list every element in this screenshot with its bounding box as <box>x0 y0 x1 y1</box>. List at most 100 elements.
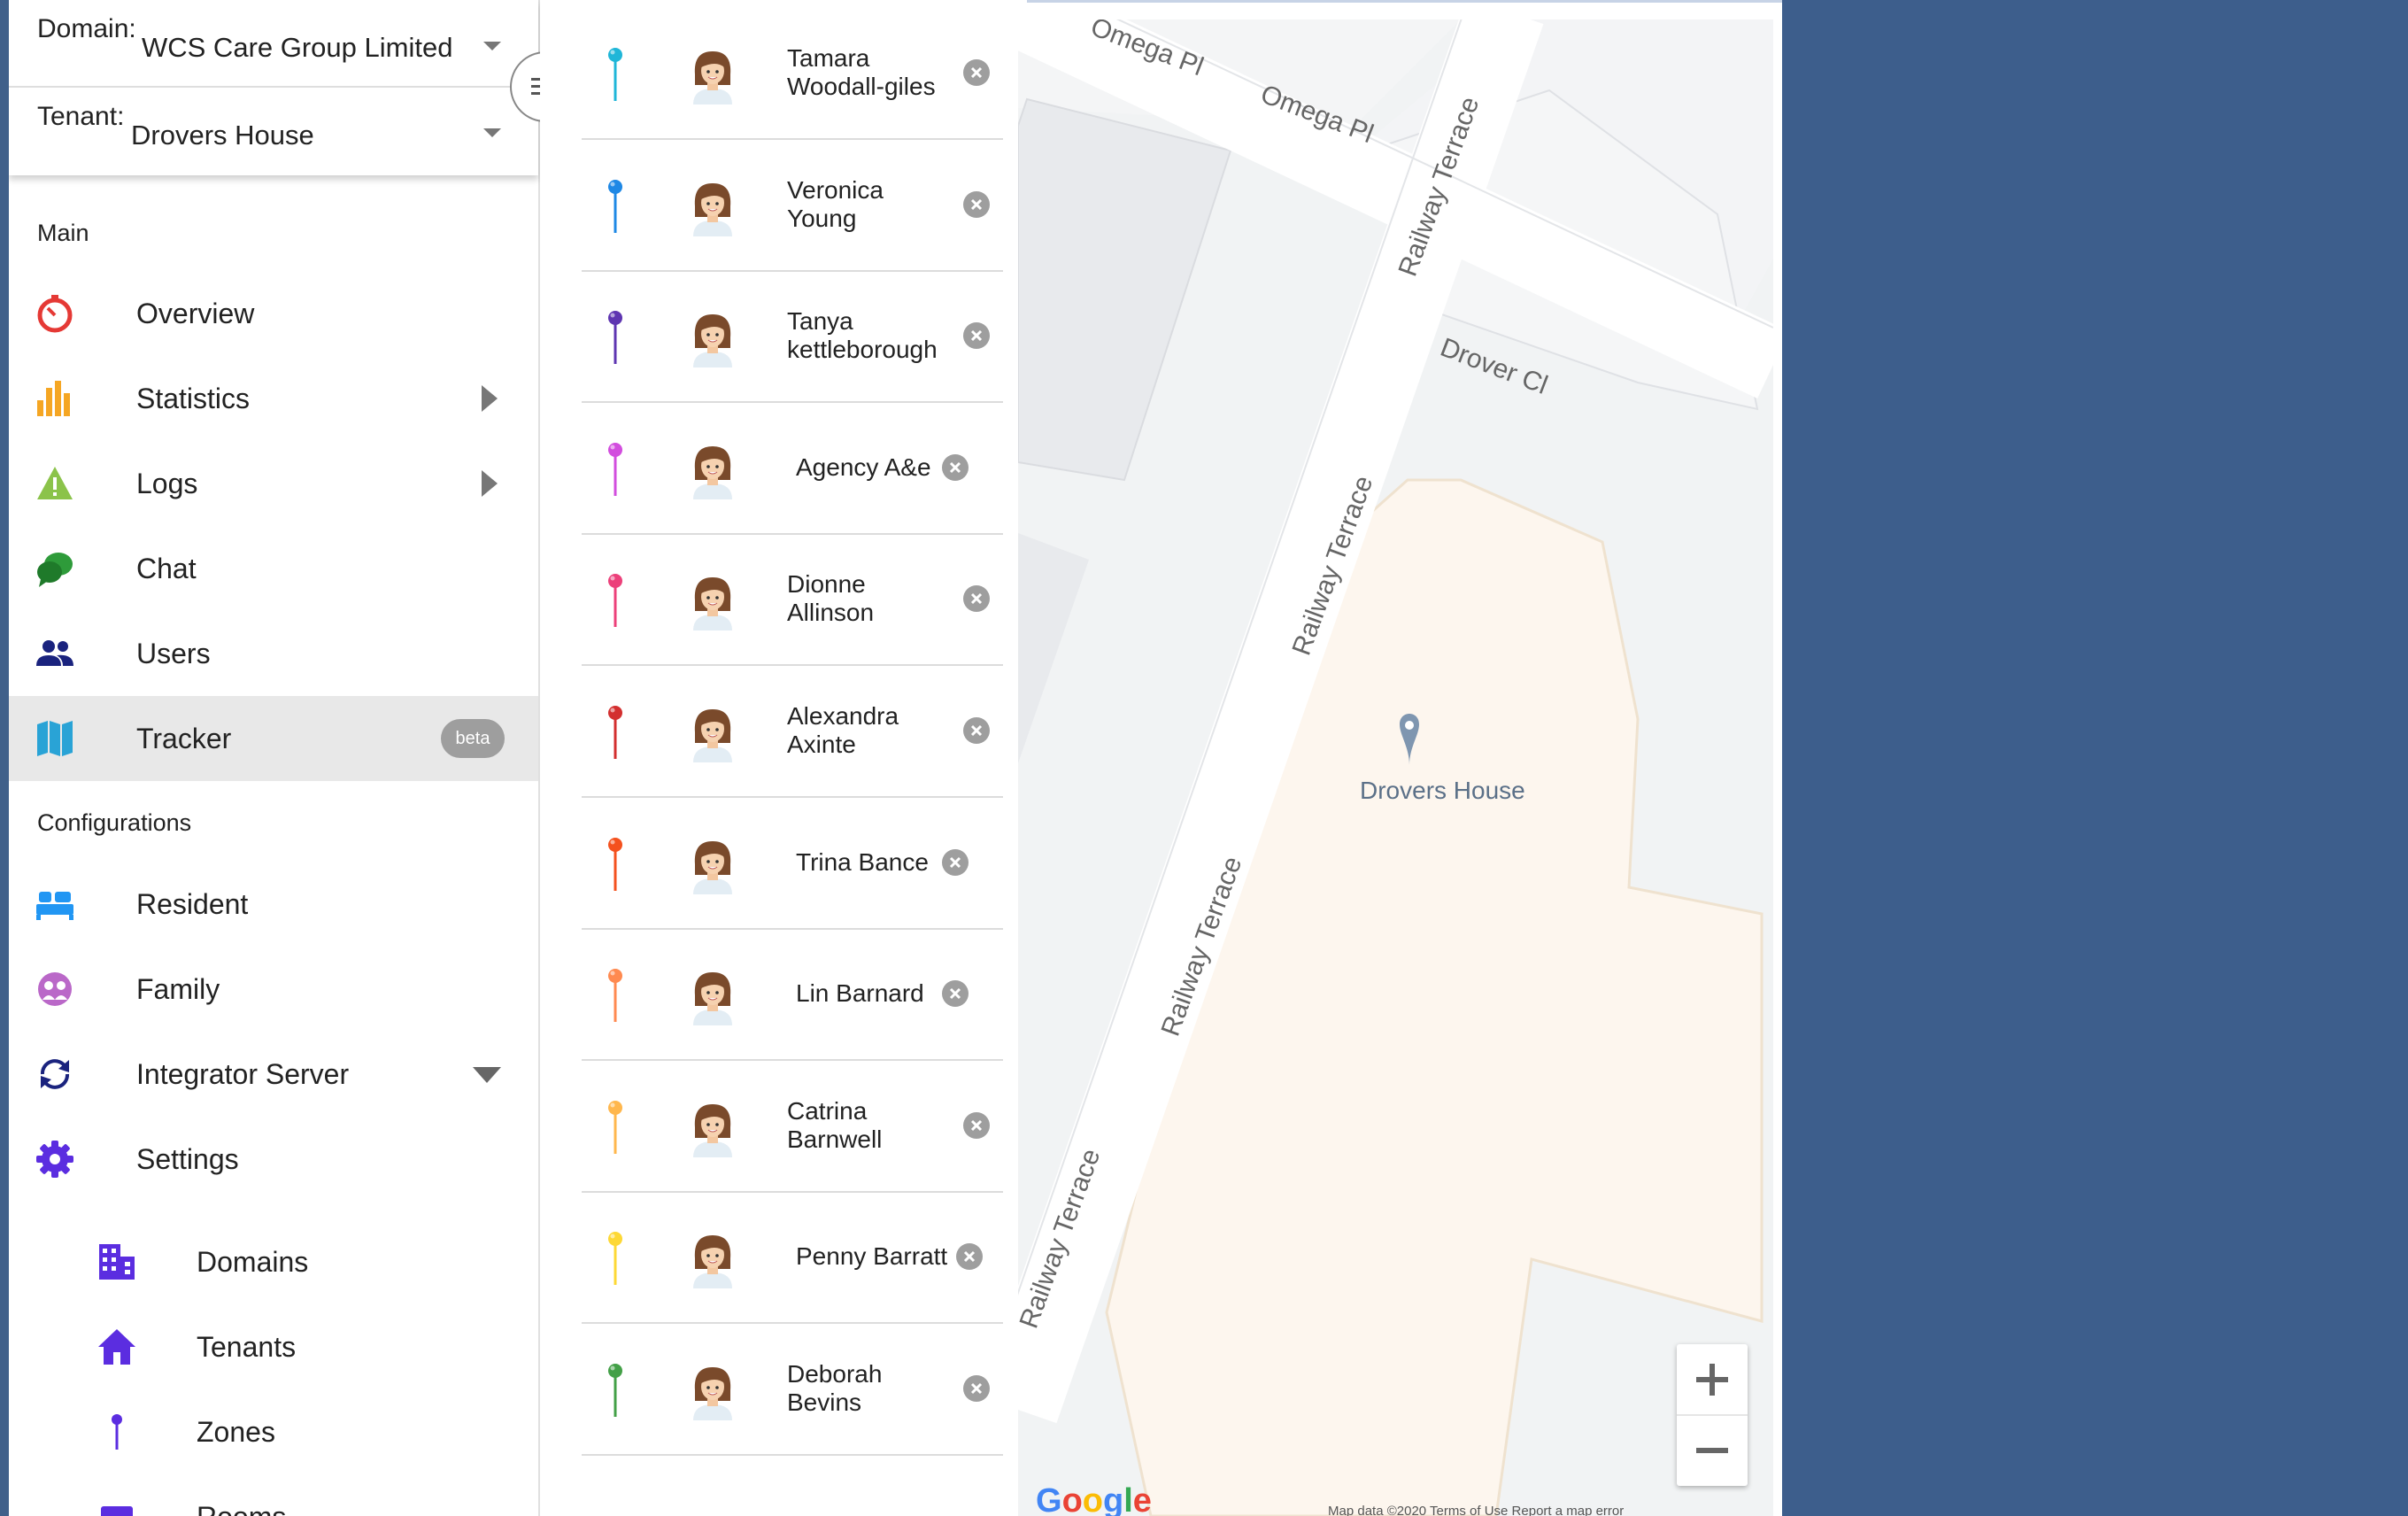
sidebar-item-label: Logs <box>136 468 198 499</box>
zoom-in-button[interactable] <box>1677 1344 1748 1416</box>
sidebar-item-resident[interactable]: Resident <box>9 862 538 947</box>
user-name: Lin Barnard <box>796 979 924 1008</box>
remove-user-button[interactable] <box>963 190 990 218</box>
user-name: Dionne Allinson <box>787 570 875 627</box>
tenant-select[interactable]: Tenant: Drovers House <box>9 88 538 174</box>
stopwatch-icon <box>37 295 73 333</box>
pin-icon <box>112 1414 122 1450</box>
sidebar-item-tenants[interactable]: Tenants <box>9 1304 538 1389</box>
remove-user-button[interactable] <box>963 59 990 86</box>
sidebar-item-label: Users <box>136 638 211 669</box>
sync-icon <box>41 1059 69 1089</box>
remove-user-button[interactable] <box>963 322 990 350</box>
close-icon <box>963 1251 976 1263</box>
close-icon <box>949 988 961 1000</box>
sidebar-item-logs[interactable]: Logs <box>9 441 538 526</box>
user-name: Trina Bance <box>796 847 929 876</box>
tracked-user-row[interactable]: Deborah Bevins <box>582 1323 1003 1456</box>
tracked-user-row[interactable]: Tanya kettleborough <box>582 270 1003 404</box>
remove-user-button[interactable] <box>963 1111 990 1139</box>
sidebar-item-overview[interactable]: Overview <box>9 271 538 356</box>
avatar-icon <box>693 445 732 499</box>
map-pin-icon <box>608 442 622 496</box>
avatar-icon <box>693 51 732 104</box>
sidebar-item-label: Statistics <box>136 383 251 414</box>
user-name: Agency A&e <box>796 452 931 481</box>
expand-arrow-icon <box>482 385 498 412</box>
sidebar-item-label: Domains <box>197 1246 309 1278</box>
avatar-icon <box>693 577 732 631</box>
bed-icon <box>36 892 73 920</box>
remove-user-button[interactable] <box>963 585 990 613</box>
expand-arrow-icon <box>482 470 498 497</box>
zoom-out-button[interactable] <box>1677 1416 1748 1486</box>
tracked-user-row[interactable]: Tamara Woodall-giles <box>582 7 1003 140</box>
map-pin-icon <box>608 574 622 628</box>
sidebar-item-label: Zones <box>197 1416 275 1448</box>
tracked-user-row[interactable]: Lin Barnard <box>582 928 1003 1062</box>
google-logo-text: Google <box>1036 1482 1152 1516</box>
desktop-background <box>0 0 9 1516</box>
map-pin-icon <box>608 969 622 1023</box>
sidebar-item-integrator-server[interactable]: Integrator Server <box>9 1032 538 1117</box>
sidebar-item-zones[interactable]: Zones <box>9 1389 538 1474</box>
close-icon <box>970 66 983 79</box>
tenant-label: Tenant: <box>37 102 125 131</box>
chat-bubbles-icon <box>37 553 73 587</box>
sidebar-item-settings[interactable]: Settings <box>9 1117 538 1202</box>
sidebar-item-tracker[interactable]: Tracker beta <box>9 696 538 781</box>
tracked-user-row[interactable]: Catrina Barnwell <box>582 1060 1003 1193</box>
bar-chart-icon <box>37 381 70 416</box>
remove-user-button[interactable] <box>942 453 969 481</box>
tracked-user-row[interactable]: Penny Barratt <box>582 1191 1003 1325</box>
remove-user-button[interactable] <box>942 848 969 876</box>
close-icon <box>970 1119 983 1131</box>
remove-user-button[interactable] <box>963 717 990 744</box>
map-pin-icon <box>608 179 622 233</box>
avatar-icon <box>693 709 732 762</box>
tracked-user-list: Tamara Woodall-giles Veronica Young Tanya … <box>540 0 1027 1516</box>
sidebar-item-chat[interactable]: Chat <box>9 526 538 611</box>
close-icon <box>970 724 983 737</box>
sidebar-item-label: Overview <box>136 298 255 329</box>
remove-user-button[interactable] <box>956 1243 983 1271</box>
sidebar-item-rooms[interactable]: Rooms <box>9 1474 538 1516</box>
map-canvas: Omega Pl Omega Pl Railway Terrace Drover… <box>1018 19 1773 1516</box>
chevron-down-icon <box>473 1067 501 1083</box>
sidebar-item-users[interactable]: Users <box>9 611 538 696</box>
map-footer: Map data ©2020 Terms of Use Report a map… <box>1328 1504 1625 1516</box>
google-logo: Google <box>1036 1482 1152 1516</box>
sidebar: Domain: WCS Care Group Limited Tenant: D… <box>9 0 540 1516</box>
avatar-icon <box>693 972 732 1026</box>
sidebar-item-label: Rooms <box>197 1501 286 1516</box>
beta-badge: beta <box>441 719 505 758</box>
remove-user-button[interactable] <box>963 1375 990 1402</box>
domain-select[interactable]: Domain: WCS Care Group Limited <box>9 0 538 88</box>
tenant-value: Drovers House <box>131 120 314 151</box>
sidebar-item-statistics[interactable]: Statistics <box>9 356 538 441</box>
app-window: Domain: WCS Care Group Limited Tenant: D… <box>9 0 1782 1516</box>
remove-user-button[interactable] <box>942 980 969 1008</box>
warning-icon <box>37 467 73 499</box>
user-name: Catrina Barnwell <box>787 1096 883 1153</box>
avatar-icon <box>693 1103 732 1157</box>
map-icon <box>37 721 73 756</box>
map-view[interactable]: Omega Pl Omega Pl Railway Terrace Drover… <box>1018 19 1773 1516</box>
user-name: Penny Barratt <box>796 1242 948 1271</box>
map-pin-icon <box>608 1232 622 1286</box>
close-icon <box>970 198 983 210</box>
map-pin-icon <box>608 311 622 365</box>
sidebar-item-label: Settings <box>136 1143 239 1175</box>
tracked-user-row[interactable]: Dionne Allinson <box>582 533 1003 667</box>
home-icon <box>98 1329 135 1365</box>
gear-icon <box>36 1141 73 1178</box>
family-icon <box>38 972 72 1006</box>
user-name: Alexandra Axinte <box>787 702 899 758</box>
tracked-user-row[interactable]: Alexandra Axinte <box>582 665 1003 798</box>
tracked-user-row[interactable]: Trina Bance <box>582 797 1003 930</box>
sidebar-item-family[interactable]: Family <box>9 947 538 1032</box>
tracked-user-row[interactable]: Agency A&e <box>582 402 1003 535</box>
sidebar-item-label: Tracker <box>136 723 232 754</box>
sidebar-item-domains[interactable]: Domains <box>9 1219 538 1304</box>
tracked-user-row[interactable]: Veronica Young <box>582 139 1003 272</box>
